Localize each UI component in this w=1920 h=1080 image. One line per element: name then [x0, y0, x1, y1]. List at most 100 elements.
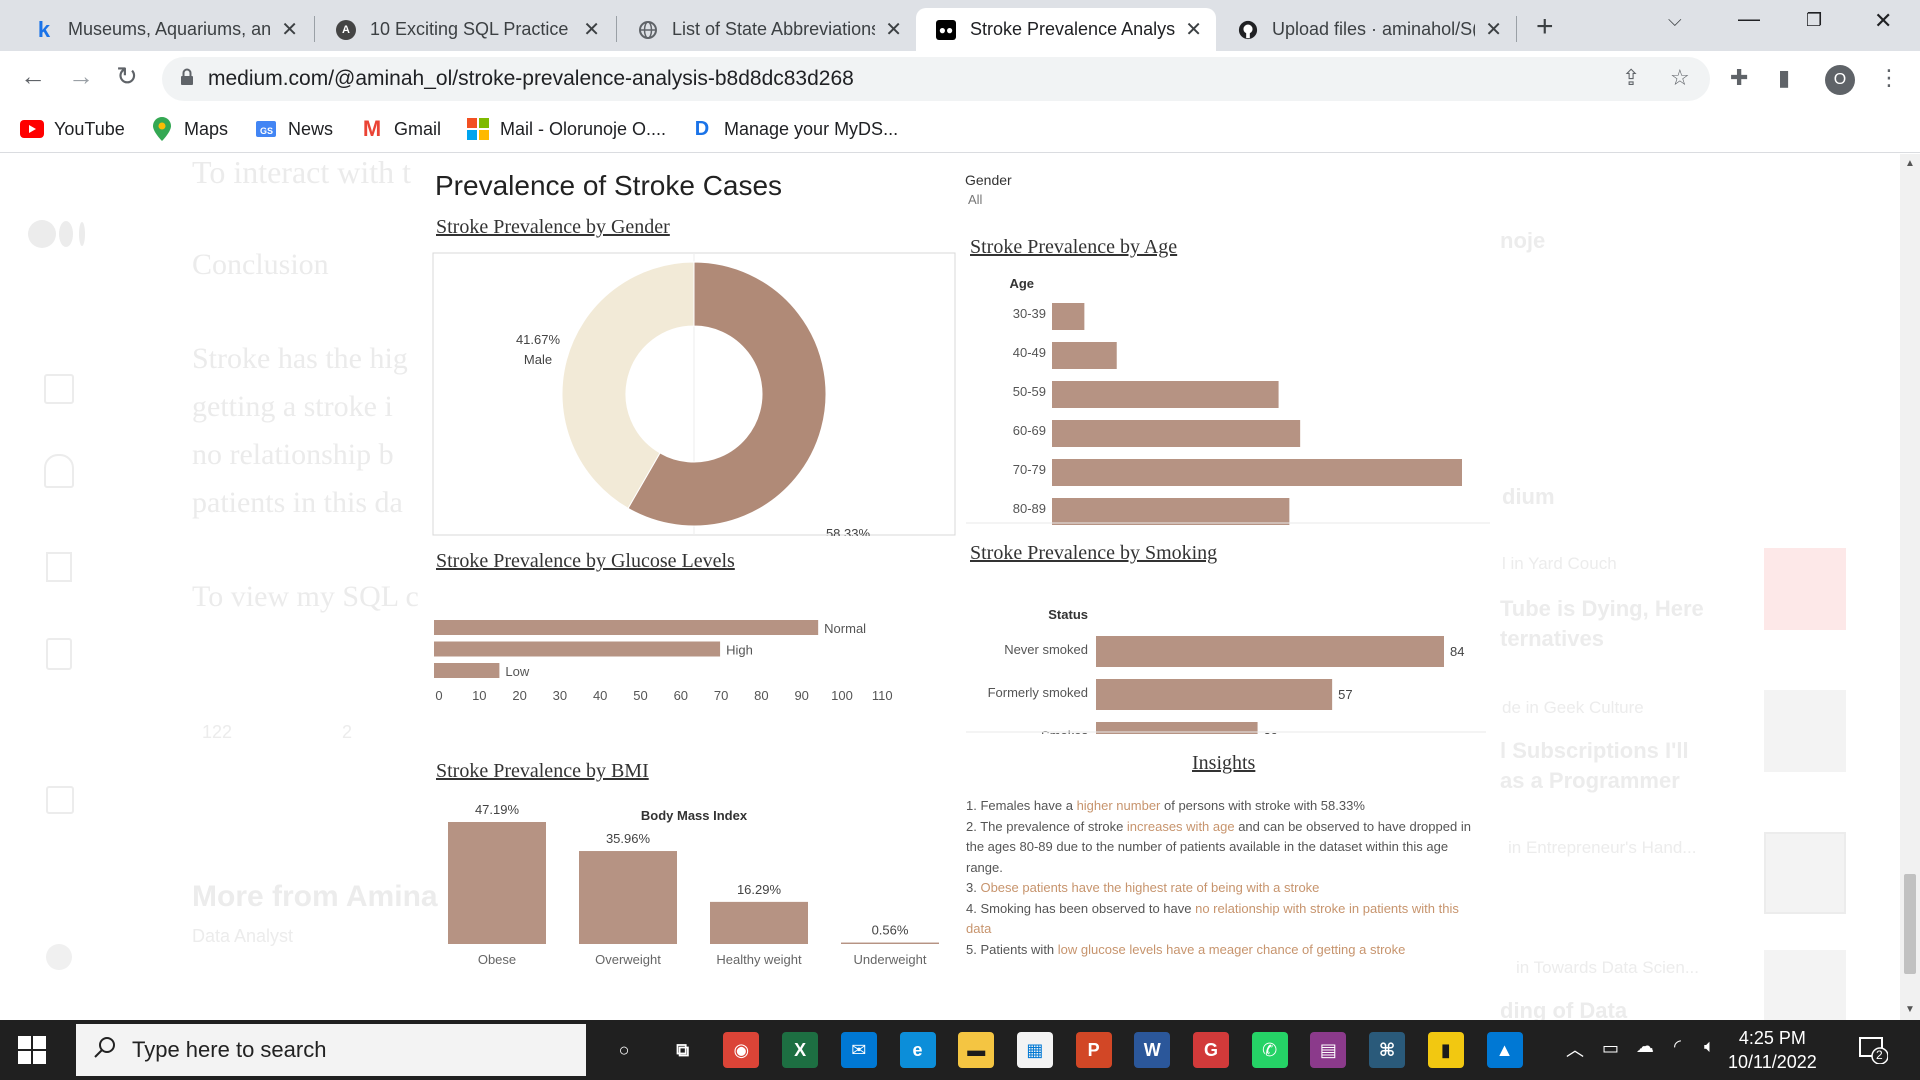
- photos-icon[interactable]: ▲: [1486, 1032, 1523, 1068]
- winrar-icon[interactable]: ▤: [1310, 1032, 1347, 1068]
- tab-github-upload[interactable]: Upload files · aminahol/S( ✕: [1218, 8, 1516, 51]
- smoking-axis-title: Status: [1048, 607, 1088, 622]
- globe-icon: [638, 20, 658, 40]
- search-icon: [94, 1036, 116, 1064]
- bookmark-news[interactable]: GS News: [254, 117, 333, 141]
- new-tab-button[interactable]: +: [1536, 10, 1554, 44]
- power-bi-icon[interactable]: ▮: [1427, 1032, 1464, 1068]
- bookmark-myds[interactable]: D Manage your MyDS...: [690, 117, 898, 141]
- smoking-chart-title: Stroke Prevalence by Smoking: [970, 542, 1218, 564]
- close-icon[interactable]: ✕: [885, 17, 902, 42]
- profile-avatar[interactable]: O: [1825, 65, 1855, 95]
- bookmark-outlook-mail[interactable]: Mail - Olorunoje O....: [466, 117, 666, 141]
- page-scrollbar[interactable]: ▲ ▼: [1900, 154, 1920, 1020]
- file-explorer-icon[interactable]: ▬: [958, 1032, 995, 1068]
- slice-percent-label: 41.67%: [516, 332, 561, 347]
- close-icon[interactable]: ✕: [583, 17, 600, 42]
- bookmark-gmail[interactable]: M Gmail: [360, 116, 442, 141]
- scrollbar-thumb[interactable]: [1904, 874, 1916, 974]
- smoking-bar-chart: Status Never smoked 84 Formerly smoked 57 Smo…: [966, 607, 1486, 734]
- smoking-value-label: 84: [1450, 644, 1464, 659]
- bookmark-youtube[interactable]: YouTube: [20, 117, 125, 141]
- glucose-bar: [434, 663, 500, 678]
- extensions-puzzle-icon[interactable]: ✚: [1730, 65, 1748, 91]
- close-icon[interactable]: ✕: [1185, 17, 1202, 42]
- insight-text: 1. Females have a: [966, 798, 1077, 813]
- bookmark-label: Gmail: [394, 118, 442, 139]
- smoking-category-label: Formerly smoked: [988, 685, 1088, 700]
- gmail-icon: M: [362, 116, 382, 141]
- bookmark-star-icon[interactable]: ☆: [1670, 65, 1690, 91]
- insight-item: 3. Obese patients have the highest rate …: [966, 878, 1486, 899]
- whatsapp-icon[interactable]: ✆: [1251, 1032, 1288, 1068]
- forward-button[interactable]: →: [68, 61, 94, 92]
- close-icon[interactable]: ✕: [1485, 17, 1502, 42]
- show-hidden-icons-chevron-icon[interactable]: ︿: [1566, 1036, 1584, 1062]
- tab-museums[interactable]: k Museums, Aquariums, an ✕: [14, 8, 312, 51]
- glucose-x-tick: 80: [754, 688, 768, 702]
- bookmarks-bar: YouTube Maps GS News M Gmail Mail - Olor…: [0, 105, 1920, 153]
- glucose-x-tick: 70: [714, 688, 728, 702]
- address-bar[interactable]: medium.com/@aminah_ol/stroke-prevalence-…: [162, 57, 1710, 101]
- tab-title: 10 Exciting SQL Practice P: [370, 19, 574, 39]
- bmi-bar: [448, 822, 546, 944]
- edge-icon[interactable]: e: [899, 1032, 936, 1068]
- minimize-button[interactable]: —: [1738, 6, 1760, 32]
- share-icon[interactable]: ⇪: [1622, 65, 1640, 91]
- tab-state-abbreviations[interactable]: List of State Abbreviations ✕: [618, 8, 916, 51]
- wifi-icon[interactable]: ◜: [1674, 1036, 1681, 1057]
- news-icon: GS: [254, 117, 278, 141]
- bookmark-label: Maps: [184, 118, 229, 139]
- gender-donut-chart: 41.67%Male58.33%Female: [432, 252, 956, 536]
- windows-taskbar: Type here to search ○ ⧉ ◉ X ✉ e ▬ ▦ P W G ✆ ▤ ⌘ ▮ ▲ ︿ ▭…: [0, 1020, 1920, 1080]
- powerpoint-icon[interactable]: P: [1075, 1032, 1112, 1068]
- chrome-menu-icon[interactable]: ⋮: [1878, 65, 1900, 91]
- restore-button[interactable]: ❐: [1806, 10, 1822, 31]
- excel-icon[interactable]: X: [782, 1032, 819, 1068]
- windows-start-icon[interactable]: [18, 1036, 46, 1064]
- reload-button[interactable]: ↻: [116, 61, 138, 92]
- tab-separator: [616, 16, 617, 42]
- url-text[interactable]: medium.com/@aminah_ol/stroke-prevalence-…: [208, 67, 854, 91]
- grammarly-icon[interactable]: G: [1193, 1032, 1229, 1068]
- back-button[interactable]: ←: [20, 61, 46, 92]
- bmi-column-chart: Body Mass Index 47.19% Obese 35.96% Overweig…: [448, 802, 939, 967]
- bookmark-label: News: [288, 118, 334, 139]
- clock-date: 10/11/2022: [1728, 1052, 1817, 1072]
- bmi-value-label: 16.29%: [737, 882, 782, 897]
- mysql-workbench-icon[interactable]: ⌘: [1369, 1032, 1406, 1068]
- side-panel-icon[interactable]: ▮: [1778, 65, 1790, 91]
- gender-filter-value[interactable]: All: [968, 192, 982, 207]
- insight-item: 4. Smoking has been observed to have no …: [966, 899, 1486, 940]
- tab-sql-practice[interactable]: A 10 Exciting SQL Practice P ✕: [316, 8, 614, 51]
- glucose-x-tick: 60: [674, 688, 688, 702]
- onedrive-cloud-icon[interactable]: ☁: [1636, 1036, 1654, 1057]
- volume-icon[interactable]: 🔈︎: [1704, 1036, 1715, 1057]
- medium-article-page: To interact with t Conclusion Stroke has…: [0, 154, 1920, 1020]
- bmi-category-label: Obese: [478, 952, 516, 967]
- close-window-button[interactable]: ✕: [1874, 8, 1892, 34]
- store-icon[interactable]: ▦: [1016, 1032, 1053, 1068]
- tab-separator: [1516, 16, 1517, 42]
- bookmark-maps[interactable]: Maps: [150, 117, 228, 141]
- taskbar-search-box[interactable]: Type here to search: [76, 1024, 586, 1076]
- stroke-dashboard: Prevalence of Stroke Cases Gender All St…: [0, 154, 1920, 1020]
- bmi-category-label: Overweight: [595, 952, 661, 967]
- battery-icon[interactable]: ▭: [1602, 1038, 1619, 1059]
- close-icon[interactable]: ✕: [281, 17, 298, 42]
- word-icon[interactable]: W: [1134, 1032, 1171, 1068]
- lock-icon: [180, 68, 194, 91]
- chrome-icon[interactable]: ◉: [723, 1032, 760, 1068]
- tab-stroke-prevalence[interactable]: ●● Stroke Prevalence Analysi ✕: [916, 8, 1216, 51]
- age-tick-label: 70-79: [1013, 462, 1046, 477]
- tab-search-chevron-icon[interactable]: ⌵: [1668, 10, 1682, 31]
- glucose-x-tick: 10: [472, 688, 486, 702]
- scroll-up-arrow-icon[interactable]: ▲: [1905, 158, 1915, 169]
- taskbar-clock[interactable]: 4:25 PM 10/11/2022: [1728, 1026, 1817, 1074]
- mail-icon[interactable]: ✉: [840, 1032, 877, 1068]
- notification-center-icon[interactable]: 2: [1858, 1034, 1889, 1065]
- glucose-bar-label: Low: [505, 664, 529, 679]
- scroll-down-arrow-icon[interactable]: ▼: [1905, 1004, 1915, 1015]
- task-view-icon[interactable]: ⧉: [664, 1032, 701, 1068]
- cortana-icon[interactable]: ○: [606, 1032, 642, 1068]
